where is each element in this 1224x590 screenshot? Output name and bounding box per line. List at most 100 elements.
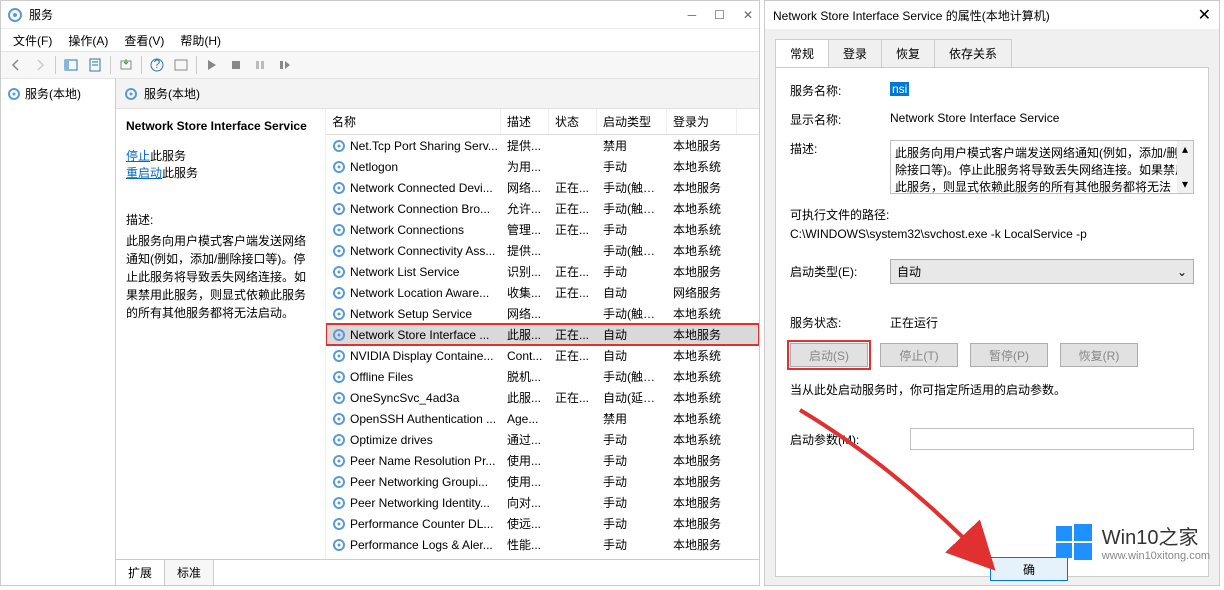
- gear-icon: [332, 454, 346, 468]
- restart-link[interactable]: 重启动: [126, 166, 162, 180]
- back-button[interactable]: [5, 54, 27, 76]
- detail-header: 服务(本地): [116, 79, 759, 109]
- windows-logo-icon: [1054, 522, 1094, 562]
- gear-icon: [332, 370, 346, 384]
- gear-icon: [124, 87, 138, 101]
- start-params-input[interactable]: [910, 428, 1194, 450]
- table-row[interactable]: Optimize drives通过...手动本地系统: [326, 429, 759, 450]
- table-row[interactable]: Network Location Aware...收集...正在...自动网络服…: [326, 282, 759, 303]
- gear-icon: [7, 87, 21, 101]
- export-button[interactable]: [115, 54, 137, 76]
- menubar: 文件(F) 操作(A) 查看(V) 帮助(H): [1, 29, 759, 51]
- props-titlebar: Network Store Interface Service 的属性(本地计算…: [765, 1, 1219, 29]
- value-service-status: 正在运行: [890, 314, 1194, 331]
- nav-root[interactable]: 服务(本地): [5, 83, 111, 104]
- maximize-button[interactable]: ☐: [714, 8, 725, 22]
- chevron-down-icon: ⌄: [1177, 265, 1187, 279]
- tab-general[interactable]: 常规: [775, 39, 829, 67]
- stop-button[interactable]: [225, 54, 247, 76]
- table-row[interactable]: Net.Tcp Port Sharing Serv...提供...禁用本地服务: [326, 135, 759, 156]
- watermark: Win10之家 www.win10xitong.com: [1054, 521, 1210, 562]
- desc-label: 描述:: [126, 211, 315, 228]
- label-start-params: 启动参数(M):: [790, 431, 910, 448]
- gear-icon: [332, 349, 346, 363]
- col-desc[interactable]: 描述: [501, 109, 549, 134]
- props-tabs: 常规 登录 恢复 依存关系: [765, 29, 1219, 67]
- gear-icon: [332, 391, 346, 405]
- properties-button[interactable]: [84, 54, 106, 76]
- table-row[interactable]: Performance Logs & Aler...性能...手动本地服务: [326, 534, 759, 555]
- table-row[interactable]: Netlogon为用...手动本地系统: [326, 156, 759, 177]
- gear-icon: [332, 538, 346, 552]
- table-row[interactable]: OpenSSH Authentication ...Age...禁用本地系统: [326, 408, 759, 429]
- stop-link[interactable]: 停止: [126, 149, 150, 163]
- gear-icon: [332, 139, 346, 153]
- play-button[interactable]: [201, 54, 223, 76]
- restart-button[interactable]: [273, 54, 295, 76]
- gear-icon: [332, 244, 346, 258]
- start-button[interactable]: 启动(S): [790, 343, 868, 367]
- gear-icon: [332, 475, 346, 489]
- startup-type-select[interactable]: 自动 ⌄: [890, 259, 1194, 284]
- close-button[interactable]: ✕: [1198, 5, 1211, 25]
- show-hide-button[interactable]: [60, 54, 82, 76]
- desc-text: 此服务向用户模式客户端发送网络通知(例如，添加/删除接口等)。停止此服务将导致丢…: [126, 232, 315, 322]
- gear-icon: [332, 433, 346, 447]
- table-row[interactable]: Peer Networking Groupi...使用...手动本地服务: [326, 471, 759, 492]
- table-row[interactable]: Peer Name Resolution Pr...使用...手动本地服务: [326, 450, 759, 471]
- table-row[interactable]: Network Setup Service网络...手动(触发...本地系统: [326, 303, 759, 324]
- nav-pane: 服务(本地): [1, 79, 116, 585]
- label-desc: 描述:: [790, 140, 890, 157]
- table-row[interactable]: NVIDIA Display Containe...Cont...正在...自动…: [326, 345, 759, 366]
- gear-icon: [332, 307, 346, 321]
- minimize-button[interactable]: ─: [688, 8, 697, 22]
- gear-icon: [332, 223, 346, 237]
- app-icon: [7, 7, 23, 23]
- table-row[interactable]: Offline Files脱机...手动(触发...本地系统: [326, 366, 759, 387]
- svg-text:?: ?: [154, 58, 161, 71]
- info-pane: Network Store Interface Service 停止此服务 重启…: [116, 109, 326, 559]
- forward-button[interactable]: [29, 54, 51, 76]
- label-startup-type: 启动类型(E):: [790, 263, 890, 280]
- table-row[interactable]: Performance Counter DL...使远...手动本地服务: [326, 513, 759, 534]
- tab-dependencies[interactable]: 依存关系: [934, 39, 1012, 67]
- col-start[interactable]: 启动类型: [597, 109, 667, 134]
- titlebar: 服务 ─ ☐ ✕: [1, 1, 759, 29]
- resume-button[interactable]: 恢复(R): [1060, 343, 1138, 367]
- value-service-name: nsi: [890, 82, 909, 96]
- close-button[interactable]: ✕: [743, 8, 753, 22]
- scrollbar[interactable]: ▴▾: [1177, 141, 1193, 193]
- table-row[interactable]: Network Store Interface ...此服...正在...自动本…: [326, 324, 759, 345]
- table-row[interactable]: Peer Networking Identity...向对...手动本地服务: [326, 492, 759, 513]
- gear-icon: [332, 286, 346, 300]
- menu-help[interactable]: 帮助(H): [174, 30, 227, 51]
- services-list: 名称 描述 状态 启动类型 登录为 Net.Tcp Port Sharing S…: [326, 109, 759, 559]
- bottom-tabs: 扩展 标准: [116, 559, 759, 585]
- tab-recovery[interactable]: 恢复: [881, 39, 935, 67]
- gear-icon: [332, 202, 346, 216]
- gear-icon: [332, 181, 346, 195]
- gear-icon: [332, 496, 346, 510]
- table-row[interactable]: Network Connectivity Ass...提供...手动(触发...…: [326, 240, 759, 261]
- table-row[interactable]: OneSyncSvc_4ad3a此服...正在...自动(延迟...本地系统: [326, 387, 759, 408]
- tab-logon[interactable]: 登录: [828, 39, 882, 67]
- tab-extended[interactable]: 扩展: [116, 560, 165, 585]
- menu-action[interactable]: 操作(A): [62, 30, 114, 51]
- table-row[interactable]: Network Connection Bro...允许...正在...手动(触发…: [326, 198, 759, 219]
- menu-view[interactable]: 查看(V): [118, 30, 170, 51]
- tab-standard[interactable]: 标准: [165, 560, 214, 585]
- services-window: 服务 ─ ☐ ✕ 文件(F) 操作(A) 查看(V) 帮助(H) ?: [0, 0, 760, 586]
- refresh-button[interactable]: [170, 54, 192, 76]
- pause-button[interactable]: 暂停(P): [970, 343, 1048, 367]
- stop-button[interactable]: 停止(T): [880, 343, 958, 367]
- help-button[interactable]: ?: [146, 54, 168, 76]
- table-row[interactable]: Network Connections管理...正在...手动本地系统: [326, 219, 759, 240]
- table-row[interactable]: Network Connected Devi...网络...正在...手动(触发…: [326, 177, 759, 198]
- col-status[interactable]: 状态: [549, 109, 597, 134]
- col-name[interactable]: 名称: [326, 109, 501, 134]
- pause-button[interactable]: [249, 54, 271, 76]
- col-logon[interactable]: 登录为: [667, 109, 737, 134]
- menu-file[interactable]: 文件(F): [7, 30, 58, 51]
- table-row[interactable]: Network List Service识别...正在...手动本地服务: [326, 261, 759, 282]
- gear-icon: [332, 160, 346, 174]
